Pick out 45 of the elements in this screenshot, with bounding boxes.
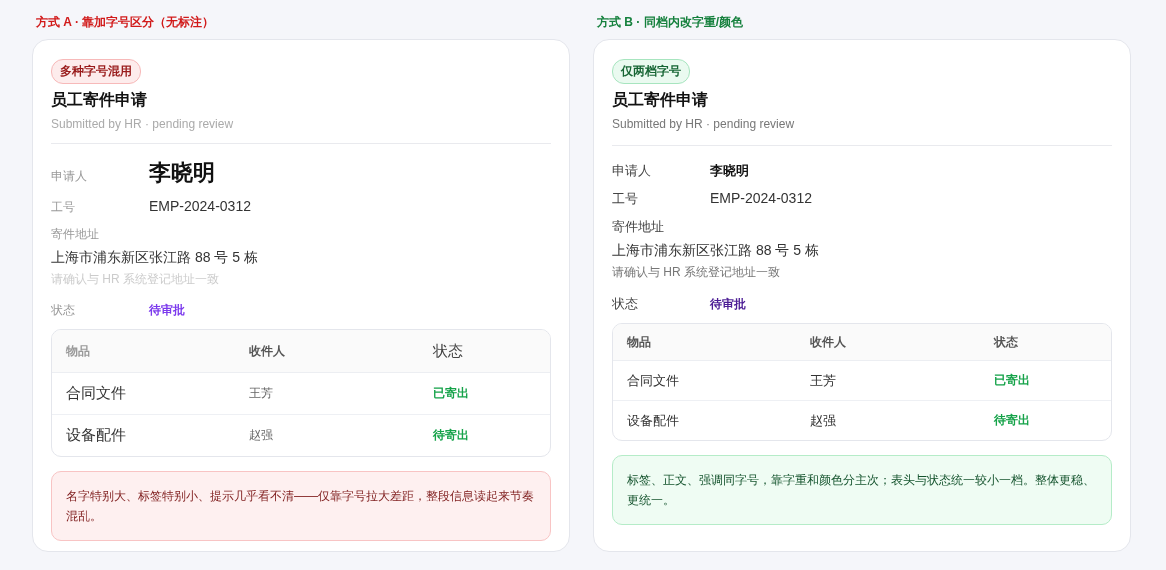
card-title: 员工寄件申请 <box>612 90 709 110</box>
card-subtitle: Submitted by HR · pending review <box>51 117 235 131</box>
column-header: 物品 <box>627 333 652 351</box>
field-label: 申请人 <box>51 168 88 185</box>
field-label: 状态 <box>612 295 639 313</box>
employee-id: EMP-2024-0312 <box>710 190 812 206</box>
card-title: 员工寄件申请 <box>51 90 148 110</box>
status-value: 待审批 <box>149 302 185 319</box>
tag-badge: 仅两档字号 <box>612 59 690 84</box>
applicant-name: 李晓明 <box>149 159 215 187</box>
address-text: 上海市浦东新区张江路 88 号 5 栋 <box>51 249 259 267</box>
table-cell-text: 合同文件 <box>627 371 680 390</box>
column-header: 物品 <box>66 342 91 360</box>
address-hint: 请确认与 HR 系统登记地址一致 <box>612 264 781 281</box>
table-cell-text: 赵强 <box>249 427 275 444</box>
section-heading: 方式 B · 同档内改字重/颜色 <box>597 14 744 31</box>
field-label: 申请人 <box>612 162 652 180</box>
employee-id: EMP-2024-0312 <box>149 198 251 214</box>
column-header: 收件人 <box>249 342 287 360</box>
field-label: 工号 <box>612 190 639 208</box>
applicant-name: 李晓明 <box>710 162 749 180</box>
field-label: 寄件地址 <box>612 218 665 236</box>
section-heading: 方式 A · 靠加字号区分（无标注） <box>36 14 216 31</box>
table-cell-text: 赵强 <box>810 411 838 430</box>
table-cell-text: 设备配件 <box>627 411 680 430</box>
status-text: 已寄出 <box>432 385 470 402</box>
status-value: 待审批 <box>710 296 746 313</box>
status-text: 待寄出 <box>993 412 1031 429</box>
column-header: 状态 <box>432 341 464 361</box>
field-label: 寄件地址 <box>51 226 100 243</box>
address-text: 上海市浦东新区张江路 88 号 5 栋 <box>612 242 820 260</box>
table-cell-text: 王芳 <box>810 371 838 390</box>
note-box: 标签、正文、强调同字号，靠字重和颜色分主次；表头与状态统一较小一档。整体更稳、更统一。 <box>612 455 1112 525</box>
status-text: 待寄出 <box>432 427 470 444</box>
note-box: 名字特别大、标签特别小、提示几乎看不清——仅靠字号拉大差距，整段信息读起来节奏混乱。 <box>51 471 551 541</box>
table-cell-text: 王芳 <box>249 385 275 402</box>
field-label: 状态 <box>51 302 76 319</box>
column-header: 收件人 <box>810 333 848 351</box>
table-cell-text: 设备配件 <box>66 426 127 445</box>
tag-badge: 多种字号混用 <box>51 59 141 84</box>
table-cell-text: 合同文件 <box>66 384 127 403</box>
card-subtitle: Submitted by HR · pending review <box>612 117 796 131</box>
column-header: 状态 <box>993 333 1019 351</box>
field-label: 工号 <box>51 199 76 216</box>
status-text: 已寄出 <box>993 372 1031 389</box>
